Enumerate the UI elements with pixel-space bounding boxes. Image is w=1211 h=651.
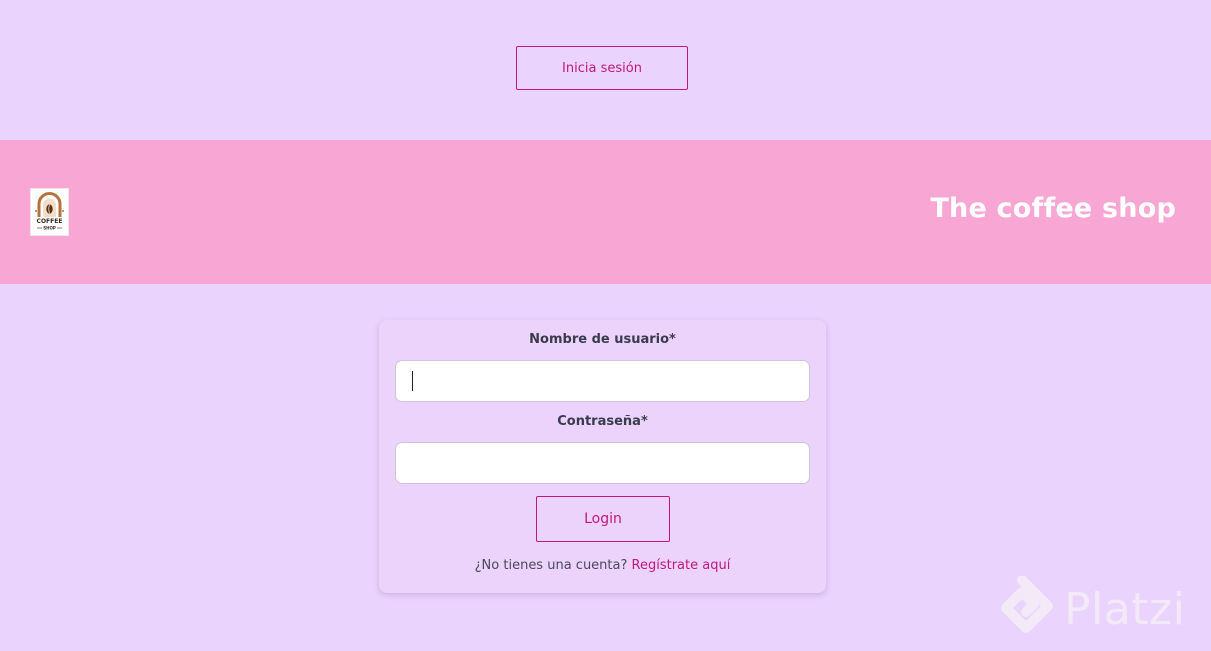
login-button[interactable]: Login — [536, 496, 670, 542]
sign-in-button[interactable]: Inicia sesión — [516, 46, 688, 90]
username-label: Nombre de usuario* — [529, 332, 676, 347]
username-input[interactable] — [395, 360, 810, 402]
text-cursor — [412, 371, 413, 391]
login-card: Nombre de usuario* Contraseña* Login ¿No… — [379, 320, 826, 593]
password-input[interactable] — [395, 442, 810, 484]
svg-text:COFFEE: COFFEE — [37, 218, 63, 225]
watermark-text: Platzi — [1064, 584, 1186, 635]
password-label: Contraseña* — [557, 414, 648, 429]
platzi-logo-icon — [1001, 576, 1053, 633]
site-header: COFFEE SHOP The coffee shop — [0, 140, 1211, 284]
signup-prompt: ¿No tienes una cuenta? Regístrate aquí — [379, 558, 826, 573]
top-bar: Inicia sesión — [0, 0, 1211, 140]
platzi-watermark: Platzi — [996, 576, 1206, 646]
signup-link[interactable]: Regístrate aquí — [632, 558, 731, 573]
coffee-shop-logo-icon: COFFEE SHOP — [30, 188, 69, 236]
site-title: The coffee shop — [930, 193, 1176, 224]
svg-text:SHOP: SHOP — [43, 226, 56, 231]
signup-prompt-text: ¿No tienes una cuenta? — [474, 558, 628, 573]
